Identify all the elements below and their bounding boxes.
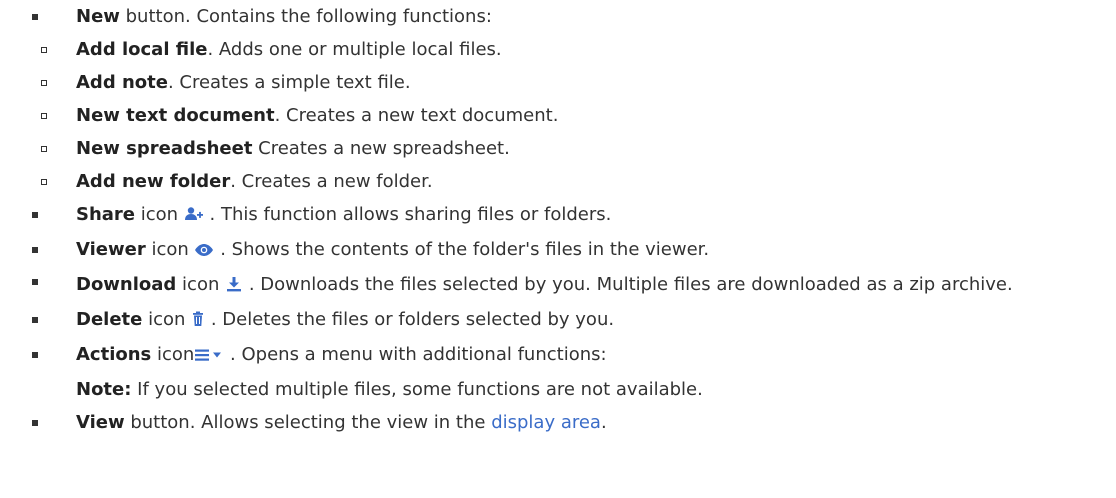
item-text: button. Contains the following functions… xyxy=(119,6,492,27)
function-list: New button. Contains the following funct… xyxy=(0,0,1116,439)
item-bold: View xyxy=(76,412,125,433)
item-text: . This function allows sharing files or … xyxy=(203,204,612,225)
item-text: . Deletes the files or folders selected … xyxy=(205,309,615,330)
item-text: button. Allows selecting the view in the xyxy=(124,412,492,433)
display-area-link[interactable]: display area xyxy=(491,412,601,433)
sub-item-add-note: Add note. Creates a simple text file. xyxy=(0,66,1116,99)
item-text: icon xyxy=(151,344,195,365)
list-item-new: New button. Contains the following funct… xyxy=(0,0,1116,33)
item-bold: Actions xyxy=(76,344,152,365)
sub-item-text: . Creates a new folder. xyxy=(230,171,433,192)
item-text: icon xyxy=(176,274,226,295)
sub-item-bold: New spreadsheet xyxy=(76,138,253,159)
sub-item-new-spreadsheet: New spreadsheet Creates a new spreadshee… xyxy=(0,132,1116,165)
item-text: . xyxy=(600,412,607,433)
item-text: icon xyxy=(145,239,195,260)
list-item-actions: Actions icon . Opens a menu with additio… xyxy=(0,338,1116,406)
sub-item-bold: Add new folder xyxy=(76,171,231,192)
download-icon xyxy=(225,274,243,299)
trash-icon xyxy=(191,305,205,338)
sub-item-text: Creates a new spreadsheet. xyxy=(252,138,510,159)
new-sublist: Add local file. Adds one or multiple loc… xyxy=(0,33,1116,198)
list-item-delete: Delete icon . Deletes the files or folde… xyxy=(0,303,1116,338)
item-text: . Shows the contents of the folder's fil… xyxy=(214,239,710,260)
list-item-download: Download icon . Downloads the files sele… xyxy=(0,268,1116,303)
list-item-share: Share icon . This function allows sharin… xyxy=(0,198,1116,233)
item-text: icon xyxy=(142,309,192,330)
document: New button. Contains the following funct… xyxy=(0,0,1116,498)
list-item-view: View button. Allows selecting the view i… xyxy=(0,406,1116,439)
share-user-icon xyxy=(184,200,204,233)
item-bold: Download xyxy=(76,274,177,295)
note-label: Note: xyxy=(76,379,132,400)
item-text: . Downloads the files selected by you. M… xyxy=(243,274,1013,295)
item-text: icon xyxy=(135,204,184,225)
sub-item-new-text-document: New text document. Creates a new text do… xyxy=(0,99,1116,132)
sub-item-text: . Creates a simple text file. xyxy=(167,72,411,93)
list-item-viewer: Viewer icon . Shows the contents of the … xyxy=(0,233,1116,268)
sub-item-text: . Creates a new text document. xyxy=(274,105,559,126)
sub-item-add-local-file: Add local file. Adds one or multiple loc… xyxy=(0,33,1116,66)
item-text: . Opens a menu with additional functions… xyxy=(224,344,607,365)
sub-item-bold: New text document xyxy=(76,105,275,126)
sub-item-text: . Adds one or multiple local files. xyxy=(207,39,502,60)
sub-item-bold: Add local file xyxy=(76,39,208,60)
menu-icon xyxy=(194,340,224,373)
item-bold: Delete xyxy=(76,309,143,330)
actions-note: Note: If you selected multiple files, so… xyxy=(76,373,1106,406)
sub-item-add-new-folder: Add new folder. Creates a new folder. xyxy=(0,165,1116,198)
sub-item-bold: Add note xyxy=(76,72,168,93)
item-bold: New xyxy=(76,6,120,27)
eye-icon xyxy=(194,235,214,268)
note-text: If you selected multiple files, some fun… xyxy=(131,379,703,400)
item-bold: Share xyxy=(76,204,136,225)
item-bold: Viewer xyxy=(76,239,146,260)
